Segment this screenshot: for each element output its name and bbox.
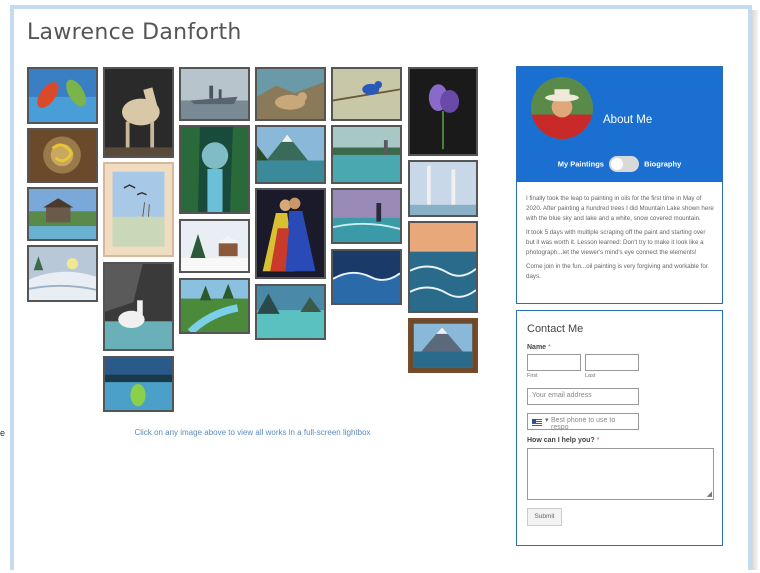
phone-placeholder: Best phone to use to respo — [551, 417, 616, 431]
contact-form: Contact Me Name * First Last Your email … — [516, 310, 723, 546]
first-name-sublabel: First — [527, 373, 538, 379]
avatar — [529, 75, 595, 141]
required-mark: * — [596, 437, 600, 444]
painting-wave[interactable] — [331, 249, 402, 305]
last-name-field[interactable] — [585, 354, 639, 371]
help-label: How can I help you? * — [527, 437, 599, 444]
left-edge-text: e — [0, 428, 6, 438]
about-header: About Me My Paintings Biography — [517, 67, 722, 182]
first-name-field[interactable] — [527, 354, 581, 371]
phone-field[interactable]: ▾ Best phone to use to respo — [527, 413, 639, 431]
painting-waterfall[interactable] — [179, 125, 250, 214]
contact-title: Contact Me — [527, 323, 584, 335]
email-placeholder: Your email address — [532, 392, 592, 399]
chevron-down-icon[interactable]: ▾ — [545, 416, 549, 424]
painting-winter-sun[interactable] — [27, 245, 98, 302]
painting-green-reflection[interactable] — [103, 356, 174, 412]
about-title: About Me — [603, 114, 653, 126]
painting-birches[interactable] — [408, 160, 478, 217]
about-paragraph: It took 5 days with multiple scraping of… — [526, 229, 706, 256]
page-title: Lawrence Danforth — [27, 20, 242, 45]
painting-couple[interactable] — [255, 188, 326, 279]
painting-mountain-lake[interactable] — [255, 125, 326, 184]
last-name-sublabel: Last — [585, 373, 596, 379]
frame-shadow — [752, 10, 758, 570]
required-mark: * — [548, 344, 551, 351]
help-label-text: How can I help you? — [527, 437, 595, 444]
toggle-label-paintings[interactable]: My Paintings — [558, 160, 604, 169]
painting-horse[interactable] — [103, 67, 174, 158]
painting-cabin[interactable] — [27, 187, 98, 241]
message-textarea[interactable]: ◢ — [527, 448, 714, 500]
painting-lynx[interactable] — [255, 67, 326, 121]
painting-stream[interactable] — [179, 278, 250, 334]
painting-sunset-waves[interactable] — [408, 221, 478, 313]
email-field[interactable]: Your email address — [527, 388, 639, 405]
about-text: I finally took the leap to painting in o… — [517, 182, 722, 282]
name-label: Name * — [527, 344, 551, 351]
view-toggle-row: My Paintings Biography — [517, 156, 722, 172]
about-me-card: About Me My Paintings Biography I finall… — [516, 66, 723, 304]
us-flag-icon[interactable] — [532, 419, 542, 426]
toggle-label-biography[interactable]: Biography — [644, 160, 681, 169]
submit-button[interactable]: Submit — [527, 508, 562, 526]
painting-swirl[interactable] — [27, 128, 98, 183]
name-label-text: Name — [527, 344, 547, 351]
painting-iris[interactable] — [408, 67, 478, 156]
painting-ship[interactable] — [179, 67, 250, 121]
painting-bluebird[interactable] — [331, 67, 402, 121]
painting-lagoon[interactable] — [255, 284, 326, 340]
painting-mountain-lake-framed[interactable] — [408, 318, 478, 373]
painting-birds-marsh[interactable] — [103, 162, 174, 257]
painting-winter-cabin[interactable] — [179, 219, 250, 273]
resize-handle-icon[interactable]: ◢ — [707, 491, 712, 498]
painting-lighthouse[interactable] — [331, 188, 402, 244]
painting-feathers[interactable] — [27, 67, 98, 124]
about-paragraph: I finally took the leap to painting in o… — [526, 195, 714, 222]
about-paragraph: Come join in the fun...oil painting is v… — [526, 263, 708, 280]
painting-white-horse-rocks[interactable] — [103, 262, 174, 351]
paintings-biography-toggle[interactable] — [609, 156, 640, 172]
gallery-lightbox-caption[interactable]: Click on any image above to view all wor… — [95, 428, 410, 437]
painting-lake-shore[interactable] — [331, 125, 402, 184]
